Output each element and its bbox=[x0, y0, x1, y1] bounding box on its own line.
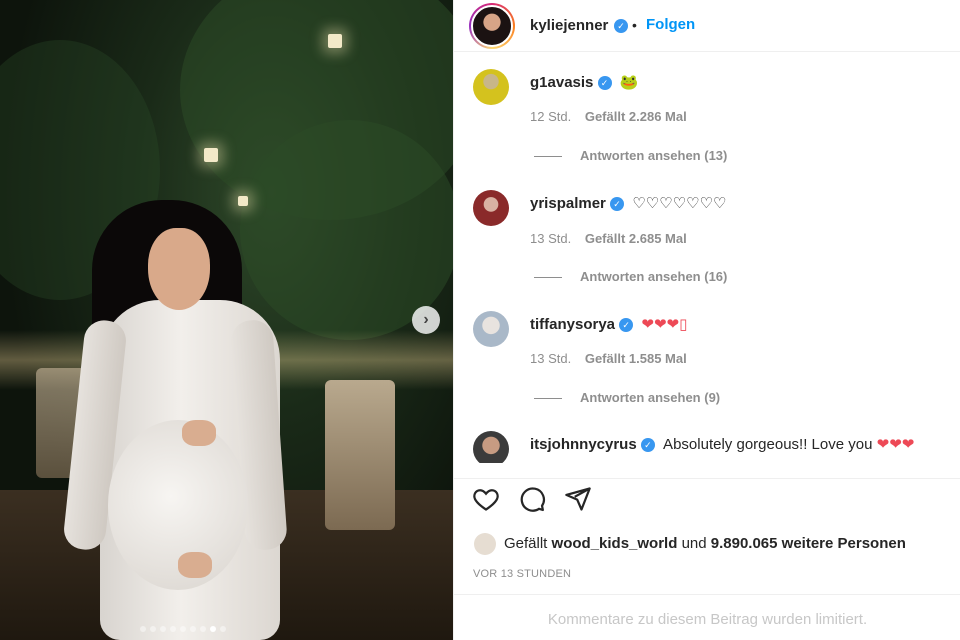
carousel-dot bbox=[210, 626, 216, 632]
lantern bbox=[328, 34, 342, 48]
verified-badge-icon: ✓ bbox=[597, 76, 612, 91]
comment-time: 13 Std. bbox=[530, 231, 572, 246]
carousel-dot bbox=[160, 626, 166, 632]
verified-badge-icon: ✓ bbox=[619, 318, 634, 333]
verified-badge-icon: ✓ bbox=[614, 19, 628, 33]
carousel-dot bbox=[190, 626, 196, 632]
comment-text: ♡♡♡♡♡♡♡ bbox=[632, 195, 727, 212]
commenter-avatar[interactable] bbox=[473, 69, 509, 105]
divider-line bbox=[534, 398, 562, 400]
comments-list[interactable]: g1avasis ✓ 🐸 12 Std. Gefällt 2.286 Mal A… bbox=[454, 53, 960, 463]
comments-limited-notice: Kommentare zu diesem Beitrag wurden limi… bbox=[454, 594, 960, 640]
likes-prefix: Gefällt bbox=[504, 534, 548, 552]
comment-icon[interactable] bbox=[518, 485, 546, 513]
carousel-dot bbox=[180, 626, 186, 632]
lantern bbox=[238, 196, 248, 206]
view-replies-label: Antworten ansehen (9) bbox=[580, 390, 721, 405]
liker-username[interactable]: wood_kids_world bbox=[552, 535, 678, 552]
carousel-dot bbox=[200, 626, 206, 632]
header-separator: • bbox=[632, 17, 637, 33]
follow-button[interactable]: Folgen bbox=[646, 16, 695, 33]
comment-text: Absolutely gorgeous!! Love you ❤❤❤ bbox=[663, 436, 915, 453]
figure-hand bbox=[178, 552, 212, 578]
comment-time: 12 Std. bbox=[530, 109, 572, 124]
commenter-avatar[interactable] bbox=[473, 190, 509, 226]
commenter-avatar[interactable] bbox=[473, 311, 509, 347]
comment-likes[interactable]: Gefällt 2.685 Mal bbox=[585, 231, 687, 246]
carousel-dot bbox=[150, 626, 156, 632]
view-replies-button[interactable]: Antworten ansehen (13) bbox=[534, 148, 727, 163]
comment-likes[interactable]: Gefällt 2.286 Mal bbox=[585, 109, 687, 124]
chair bbox=[325, 380, 395, 530]
commenter-avatar[interactable] bbox=[473, 431, 509, 463]
carousel-dot bbox=[220, 626, 226, 632]
verified-badge-icon: ✓ bbox=[640, 438, 655, 453]
view-replies-label: Antworten ansehen (16) bbox=[580, 269, 728, 284]
figure-face bbox=[148, 228, 210, 310]
verified-badge-icon: ✓ bbox=[610, 197, 625, 212]
commenter-username[interactable]: itsjohnnycyrus bbox=[530, 436, 637, 453]
divider-line bbox=[534, 277, 562, 279]
action-bar bbox=[454, 478, 960, 518]
view-replies-button[interactable]: Antworten ansehen (16) bbox=[534, 269, 727, 284]
commenter-username[interactable]: yrispalmer bbox=[530, 195, 606, 212]
chevron-right-icon: › bbox=[423, 311, 429, 328]
share-icon[interactable] bbox=[564, 485, 592, 513]
figure-hand bbox=[182, 420, 216, 446]
comment-text: 🐸 bbox=[619, 74, 639, 91]
likes-count[interactable]: 9.890.065 weitere Personen bbox=[711, 535, 906, 552]
carousel-dots bbox=[140, 626, 226, 632]
carousel-dot bbox=[170, 626, 176, 632]
commenter-username[interactable]: tiffanysorya bbox=[530, 316, 615, 333]
view-replies-button[interactable]: Antworten ansehen (9) bbox=[534, 390, 720, 405]
post-photo: › bbox=[0, 0, 453, 640]
divider-line bbox=[534, 156, 562, 158]
heart-icon[interactable] bbox=[472, 485, 500, 513]
post-header: kyliejenner ✓ • Folgen bbox=[454, 0, 960, 52]
comment-text: ❤❤❤▯ bbox=[641, 316, 688, 333]
liker-avatar[interactable] bbox=[474, 533, 496, 555]
likes-summary: Gefällt wood_kids_world und 9.890.065 we… bbox=[474, 533, 906, 555]
lantern bbox=[204, 148, 218, 162]
view-replies-label: Antworten ansehen (13) bbox=[580, 148, 728, 163]
comment-likes[interactable]: Gefällt 1.585 Mal bbox=[585, 351, 687, 366]
carousel-dot bbox=[140, 626, 146, 632]
post-timestamp[interactable]: VOR 13 STUNDEN bbox=[473, 568, 571, 580]
author-avatar[interactable] bbox=[469, 3, 515, 49]
carousel-next-button[interactable]: › bbox=[412, 306, 440, 334]
likes-middle: und bbox=[681, 534, 707, 552]
commenter-username[interactable]: g1avasis bbox=[530, 74, 593, 91]
post-panel: kyliejenner ✓ • Folgen g1avasis ✓ 🐸 12 S… bbox=[453, 0, 960, 640]
author-username[interactable]: kyliejenner bbox=[530, 17, 608, 34]
comment-time: 13 Std. bbox=[530, 351, 572, 366]
